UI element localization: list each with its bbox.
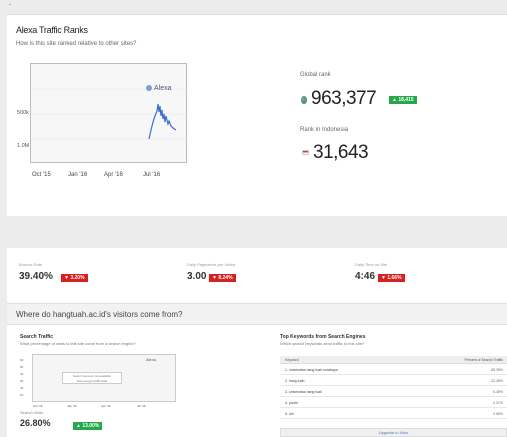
pageviews-delta-badge: ▼ 8.24%: [209, 274, 236, 282]
rank-chart-svg: [31, 88, 188, 140]
time-on-site-delta-badge: ▼ 1.66%: [378, 274, 405, 282]
table-row: 1. universitas hang tuah surabaya 65.35%: [280, 366, 507, 375]
no-data-overlay: Search percent not available Not enough …: [62, 372, 122, 384]
percent-cell: 65.35%: [491, 368, 503, 372]
globe-icon: [301, 96, 307, 104]
pageviews-label: Daily Pageviews per Visitor: [187, 262, 236, 267]
global-rank-value: 963,377: [311, 88, 377, 109]
y-tick: 40: [20, 372, 24, 376]
upgrade-to-view-button[interactable]: Upgrade to View: [280, 428, 507, 437]
time-on-site-value: 4:46: [355, 271, 376, 282]
alexa-logo: Alexa: [146, 85, 172, 92]
alexa-logo-text: Alexa: [154, 85, 172, 92]
percent-cell: 22.45%: [491, 379, 503, 383]
alexa-logo-icon: [146, 85, 152, 91]
table-row: 3. universitas hang tuah 5.45%: [280, 388, 507, 397]
search-traffic-title: Search Traffic: [20, 334, 54, 340]
percent-column-header: Percent of Search Traffic: [464, 358, 503, 362]
bounce-rate-label: Bounce Rate: [19, 262, 43, 267]
keyword-cell: 5. uhi: [285, 412, 294, 416]
keyword-cell: 4. pdufri: [285, 401, 298, 405]
country-rank-label: Rank in Indonesia: [300, 127, 349, 133]
y-tick: 10: [20, 393, 24, 397]
search-visits-label: Search Visits: [20, 410, 44, 415]
rank-chart: [30, 63, 188, 163]
corner-mark: -: [9, 2, 11, 8]
y-tick: 1.0M: [17, 143, 30, 149]
y-tick: 60: [20, 358, 24, 362]
visitors-section-title: Where do hangtuah.ac.id's visitors come …: [16, 310, 183, 319]
table-row: 5. uhi 2.06%: [280, 410, 507, 419]
keyword-cell: 1. universitas hang tuah surabaya: [285, 368, 338, 372]
percent-cell: 2.37%: [493, 401, 503, 405]
y-tick: 20: [20, 386, 24, 390]
keyword-cell: 3. universitas hang tuah: [285, 390, 323, 394]
x-tick: Oct '15: [33, 404, 43, 408]
keywords-subtitle: Which search keywords send traffic to th…: [280, 341, 365, 346]
rank-line: [148, 103, 177, 140]
global-rank-label: Global rank: [300, 72, 331, 78]
table-row: 2. hang tuah 22.45%: [280, 377, 507, 386]
global-rank-delta-badge: ▲ 18,415: [389, 96, 417, 104]
traffic-ranks-subtitle: How is this site ranked relative to othe…: [16, 41, 137, 47]
no-data-line2: Not enough traffic data: [76, 378, 108, 383]
x-tick: Apr '16: [101, 404, 111, 408]
x-tick: Jul '16: [137, 404, 146, 408]
percent-cell: 5.45%: [493, 390, 503, 394]
x-tick: Apr '16: [104, 172, 123, 178]
pageviews-value: 3.00: [187, 271, 207, 282]
bounce-rate-value: 39.40%: [19, 271, 53, 282]
keyword-column-header: Keyword: [285, 358, 299, 362]
search-visits-value: 26.80%: [20, 418, 51, 428]
keywords-title: Top Keywords from Search Engines: [280, 334, 366, 340]
keywords-table-header: Keyword Percent of Search Traffic: [280, 356, 507, 364]
table-row: 4. pdufri 2.37%: [280, 399, 507, 408]
search-traffic-subtitle: What percentage of visits to this site c…: [20, 341, 136, 346]
alexa-logo-small: Alexa: [146, 357, 157, 362]
search-visits-delta-badge: ▲ 13.00%: [73, 422, 103, 430]
traffic-ranks-title: Alexa Traffic Ranks: [16, 25, 88, 35]
indonesia-flag-icon: [302, 150, 309, 155]
time-on-site-label: Daily Time on Site: [355, 262, 388, 267]
percent-cell: 2.06%: [493, 412, 503, 416]
x-tick: Jan '16: [67, 404, 77, 408]
x-tick: Oct '15: [32, 172, 51, 178]
y-tick: 30: [20, 379, 24, 383]
country-rank-value: 31,643: [313, 142, 369, 163]
bounce-rate-delta-badge: ▼ 3.20%: [61, 274, 88, 282]
y-tick: 50: [20, 365, 24, 369]
x-tick: Jul '16: [143, 172, 161, 178]
y-tick: 500k: [17, 110, 29, 116]
keyword-cell: 2. hang tuah: [285, 379, 305, 383]
x-tick: Jan '16: [68, 172, 88, 178]
